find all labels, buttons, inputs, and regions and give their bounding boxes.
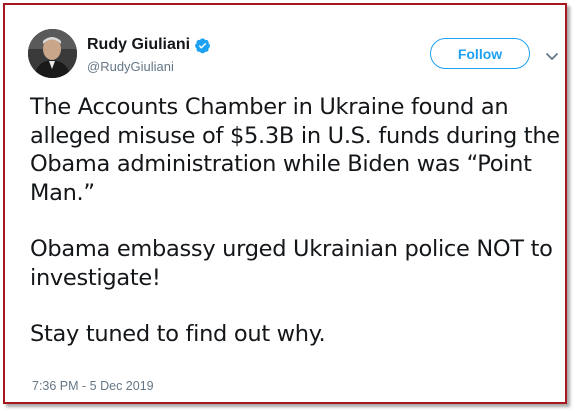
follow-button[interactable]: Follow — [430, 38, 530, 69]
verified-badge-icon — [194, 37, 211, 54]
tweet-card: Rudy Giuliani @RudyGiuliani Follow The A… — [5, 5, 565, 402]
chevron-down-icon[interactable] — [545, 49, 559, 60]
author-display-name[interactable]: Rudy Giuliani — [87, 35, 190, 55]
avatar[interactable] — [28, 29, 77, 78]
author-handle[interactable]: @RudyGiuliani — [87, 59, 174, 75]
tweet-paragraph: The Accounts Chamber in Ukraine found an… — [30, 94, 560, 206]
tweet-frame: Rudy Giuliani @RudyGiuliani Follow The A… — [3, 3, 567, 404]
author-name-row: Rudy Giuliani — [87, 35, 211, 55]
tweet-timestamp[interactable]: 7:36 PM - 5 Dec 2019 — [32, 379, 154, 393]
tweet-paragraph: Stay tuned to find out why. — [30, 321, 326, 347]
tweet-paragraph: Obama embassy urged Ukrainian police NOT… — [30, 236, 553, 291]
tweet-text: The Accounts Chamber in Ukraine found an… — [30, 93, 565, 377]
avatar-image — [28, 29, 77, 78]
